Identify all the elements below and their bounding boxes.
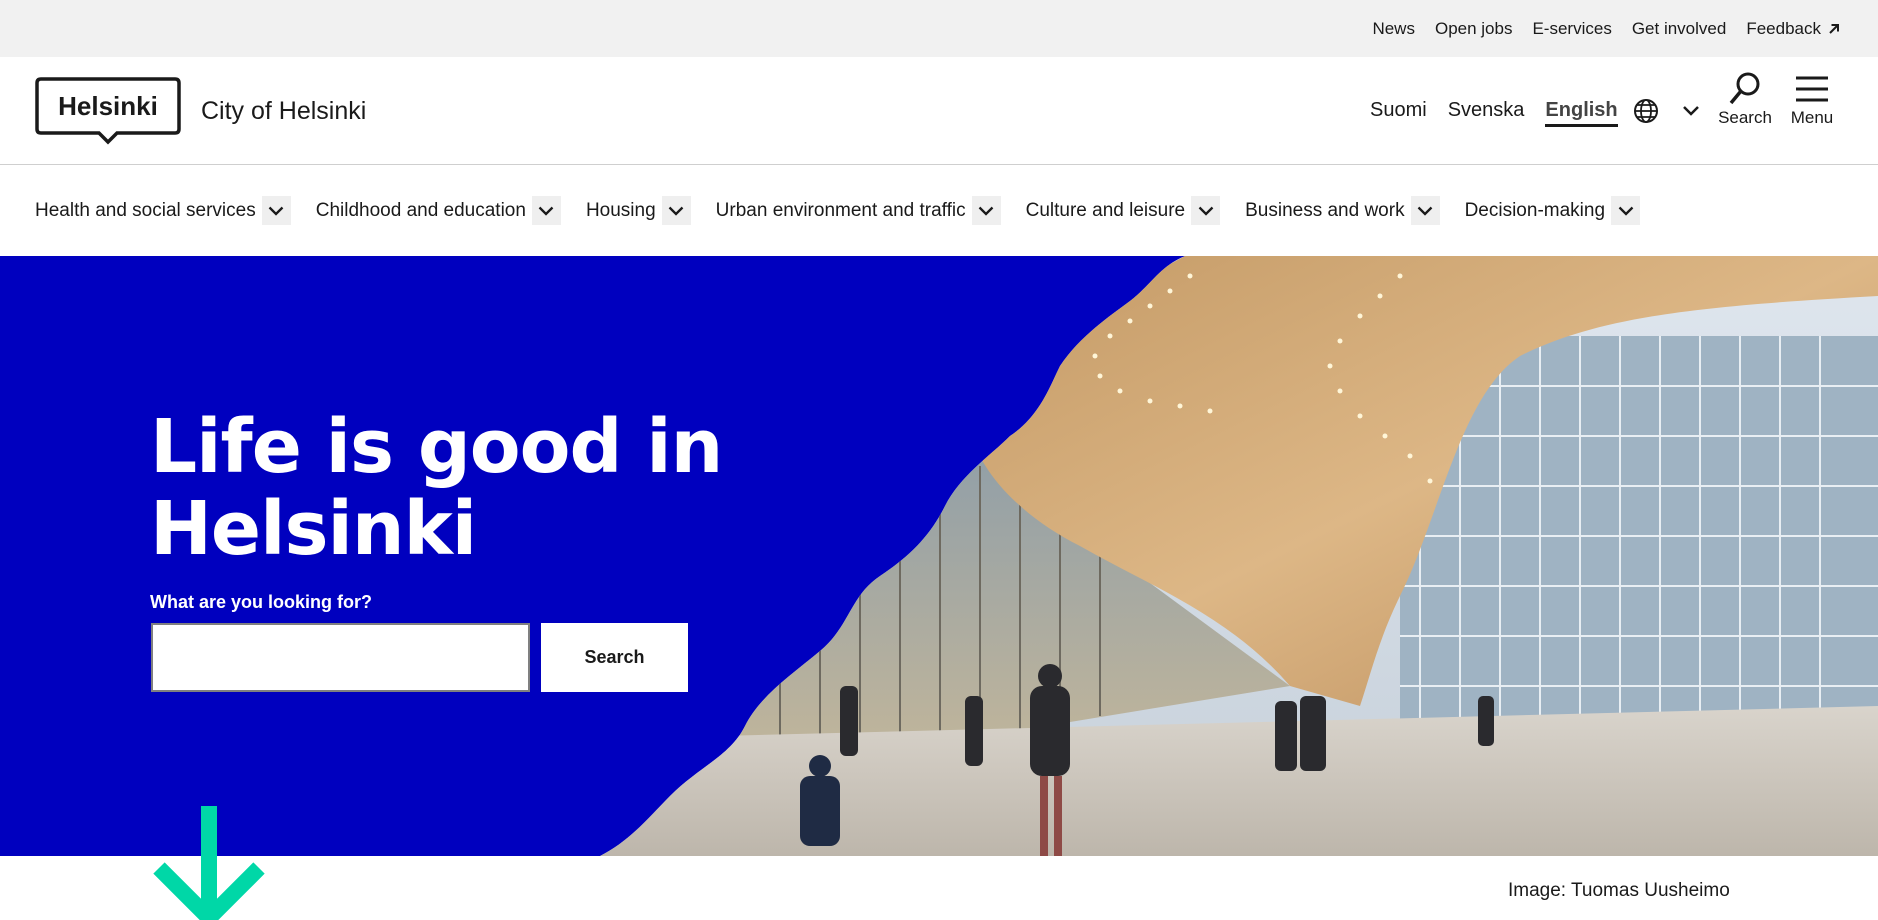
nav-item-health: Health and social services <box>35 196 291 225</box>
site-header: Helsinki City of Helsinki Suomi Svenska … <box>0 57 1878 165</box>
header-menu-label: Menu <box>1790 108 1834 127</box>
external-arrow-icon <box>1829 23 1839 34</box>
nav-item-housing: Housing <box>586 196 691 225</box>
helsinki-logo[interactable]: Helsinki <box>35 77 181 145</box>
feedback-label: Feedback <box>1746 18 1821 38</box>
nav-item-business: Business and work <box>1245 196 1440 225</box>
utility-link-e-services[interactable]: E-services <box>1532 19 1611 39</box>
utility-link-feedback[interactable]: Feedback <box>1746 19 1841 39</box>
search-icon <box>1729 72 1760 105</box>
nav-label-decision[interactable]: Decision-making <box>1465 200 1605 222</box>
header-search-button[interactable]: Search <box>1716 71 1774 128</box>
utility-link-get-involved[interactable]: Get involved <box>1632 19 1727 39</box>
nav-label-urban[interactable]: Urban environment and traffic <box>716 200 966 222</box>
globe-icon[interactable] <box>1633 98 1659 124</box>
nav-label-culture[interactable]: Culture and leisure <box>1026 200 1185 222</box>
lang-english[interactable]: English <box>1545 99 1618 127</box>
nav-chevron-down-icon[interactable] <box>971 196 1001 225</box>
hero-search-input[interactable] <box>151 623 530 692</box>
arrow-down-icon <box>153 806 265 920</box>
header-menu-button[interactable]: Menu <box>1788 71 1836 128</box>
nav-item-decision: Decision-making <box>1465 196 1641 225</box>
lang-suomi[interactable]: Suomi <box>1370 99 1427 127</box>
hero-title-line2: Helsinki <box>150 486 477 572</box>
nav-item-urban: Urban environment and traffic <box>716 196 1001 225</box>
hero: Life is good in Helsinki What are you lo… <box>0 256 1878 856</box>
nav-label-housing[interactable]: Housing <box>586 200 656 222</box>
nav-chevron-down-icon[interactable] <box>1611 196 1641 225</box>
nav-item-childhood: Childhood and education <box>316 196 561 225</box>
nav-label-health[interactable]: Health and social services <box>35 200 256 222</box>
hero-search-label: What are you looking for? <box>150 592 373 612</box>
hero-search-button[interactable]: Search <box>541 623 688 692</box>
language-chevron-down-icon[interactable] <box>1682 104 1700 118</box>
utility-bar: News Open jobs E-services Get involved F… <box>0 0 1878 57</box>
nav-chevron-down-icon[interactable] <box>261 196 291 225</box>
nav-chevron-down-icon[interactable] <box>1191 196 1221 225</box>
lang-svenska[interactable]: Svenska <box>1448 99 1525 127</box>
header-search-label: Search <box>1718 108 1772 127</box>
logo-text: Helsinki <box>58 91 158 121</box>
nav-chevron-down-icon[interactable] <box>531 196 561 225</box>
utility-links: News Open jobs E-services Get involved F… <box>1372 0 1841 57</box>
nav-item-culture: Culture and leisure <box>1026 196 1221 225</box>
utility-link-news[interactable]: News <box>1372 19 1415 39</box>
nav-label-childhood[interactable]: Childhood and education <box>316 200 526 222</box>
hamburger-menu-icon <box>1796 76 1828 102</box>
nav-chevron-down-icon[interactable] <box>661 196 691 225</box>
image-credit: Image: Tuomas Uusheimo <box>1508 880 1730 901</box>
nav-chevron-down-icon[interactable] <box>1410 196 1440 225</box>
site-name[interactable]: City of Helsinki <box>201 97 366 126</box>
hero-title-line1: Life is good in <box>150 404 723 490</box>
utility-link-open-jobs[interactable]: Open jobs <box>1435 19 1513 39</box>
hero-title: Life is good in Helsinki <box>150 404 723 572</box>
nav-label-business[interactable]: Business and work <box>1245 200 1404 222</box>
main-navigation: Health and social services Childhood and… <box>35 165 1665 256</box>
language-switcher: Suomi Svenska English <box>1370 99 1618 127</box>
